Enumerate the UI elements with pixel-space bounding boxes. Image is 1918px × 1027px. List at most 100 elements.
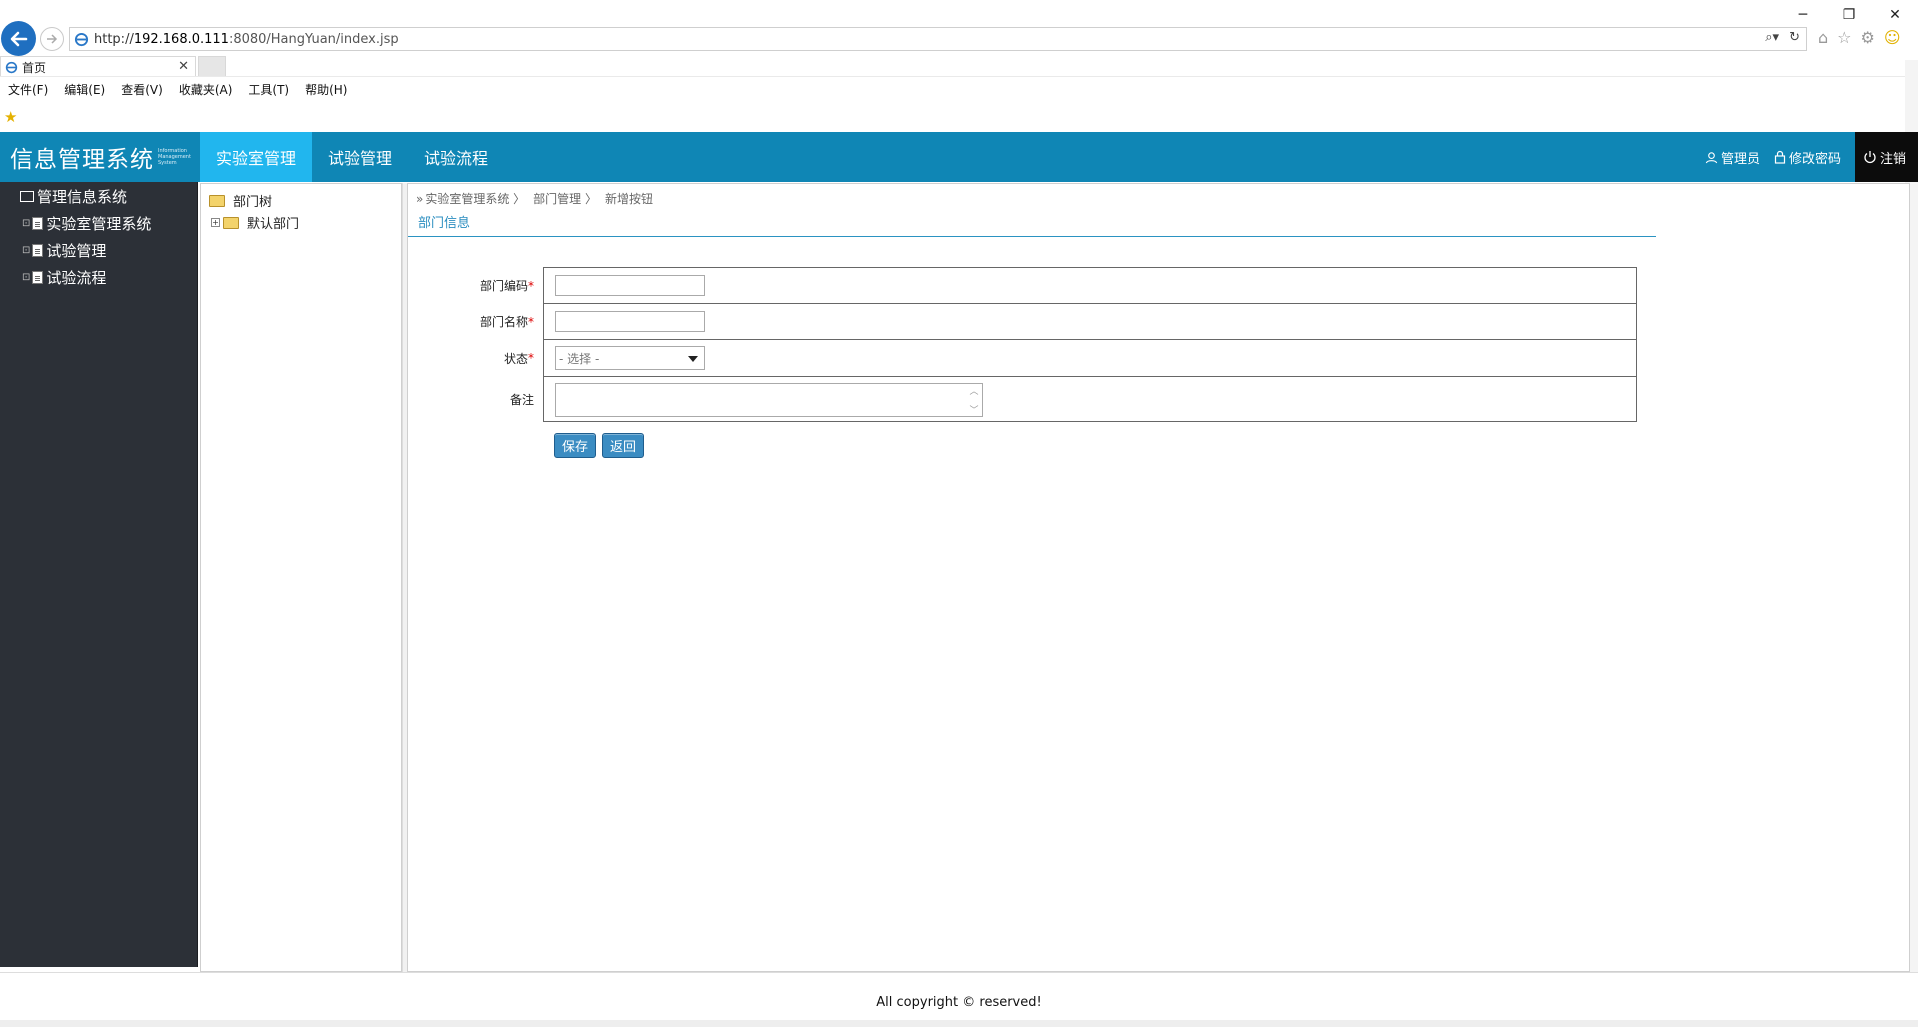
logo-title: 信息管理系统 xyxy=(10,147,154,173)
main-content: » 实验室管理系统 〉 部门管理 〉 新增按钮 部门信息 部门编码 * 部门名称 *… xyxy=(407,183,1910,972)
close-window-button[interactable]: ✕ xyxy=(1872,4,1918,26)
remark-textarea[interactable]: ︿ ﹀ xyxy=(555,383,983,417)
status-select[interactable]: - 选择 - xyxy=(555,346,705,370)
dept-tree-root-label: 部门树 xyxy=(233,195,273,210)
field-label-text: 部门名称 xyxy=(479,315,528,329)
tree-root[interactable]: 管理信息系统 xyxy=(20,186,127,207)
user-label: 管理员 xyxy=(1720,151,1760,167)
form-row-status: 状态 * - 选择 - xyxy=(504,340,1636,377)
browser-tab[interactable]: 首页 ✕ xyxy=(0,56,196,77)
menu-file[interactable]: 文件(F) xyxy=(8,80,48,100)
change-password-label: 修改密码 xyxy=(1788,151,1841,167)
tree-root-label: 管理信息系统 xyxy=(37,188,128,206)
tree-item-lab-system[interactable]: ⊡ 实验室管理系统 xyxy=(22,213,151,234)
logout-button[interactable]: 注销 xyxy=(1854,132,1918,182)
menu-view[interactable]: 查看(V) xyxy=(121,80,163,100)
address-bar[interactable]: http://192.168.0.111:8080/HangYuan/index… xyxy=(69,27,1807,51)
form-actions: 保存 返回 xyxy=(554,433,645,458)
back-arrow-icon xyxy=(10,31,27,46)
copyright-text: All copyright © reserved! xyxy=(876,995,1042,1010)
url-host: 192.168.0.111 xyxy=(133,31,229,47)
form-row-code: 部门编码 * xyxy=(480,268,1636,304)
chevron-down-icon xyxy=(688,356,698,362)
dept-tree-root[interactable]: 部门树 xyxy=(209,191,272,210)
minimize-button[interactable]: ─ xyxy=(1780,4,1826,26)
expand-icon[interactable]: + xyxy=(211,218,220,227)
new-tab-button[interactable] xyxy=(198,56,226,77)
menu-edit[interactable]: 编辑(E) xyxy=(64,80,105,100)
tree-item-label: 实验室管理系统 xyxy=(46,215,152,233)
document-icon xyxy=(32,271,44,284)
app-header: 信息管理系统 Information Management System 实验室… xyxy=(0,132,1918,182)
back-button[interactable]: 返回 xyxy=(602,433,645,458)
tree-item-test-process[interactable]: ⊡ 试验流程 xyxy=(22,267,106,288)
home-icon[interactable]: ⌂ xyxy=(1818,28,1828,47)
window-controls: ─ ❐ ✕ xyxy=(1780,4,1918,26)
folder-icon xyxy=(223,216,239,229)
required-mark: * xyxy=(528,278,534,293)
url-prefix: http:// xyxy=(94,31,134,47)
document-icon xyxy=(32,217,44,230)
menu-favorites[interactable]: 收藏夹(A) xyxy=(179,80,233,100)
dept-code-input[interactable] xyxy=(555,275,705,296)
status-select-value: - 选择 - xyxy=(559,351,600,366)
tree-item-test-management[interactable]: ⊡ 试验管理 xyxy=(22,240,106,261)
breadcrumb-item[interactable]: 实验室管理系统 〉 xyxy=(425,190,525,207)
logo: 信息管理系统 Information Management System xyxy=(10,140,194,174)
status-bar xyxy=(0,1020,1918,1027)
user-link[interactable]: 管理员 xyxy=(1705,148,1760,167)
department-form: 部门编码 * 部门名称 * 状态 * - 选择 - 备注 ︿ ﹀ xyxy=(480,267,1637,422)
menu-bar: 文件(F) 编辑(E) 查看(V) 收藏夹(A) 工具(T) 帮助(H) xyxy=(0,80,1918,100)
menu-tools[interactable]: 工具(T) xyxy=(248,80,289,100)
tab-close-icon[interactable]: ✕ xyxy=(178,59,189,74)
scroll-down-icon[interactable]: ﹀ xyxy=(969,403,978,416)
forward-arrow-icon xyxy=(47,34,58,44)
breadcrumb-chevron-icon: » xyxy=(416,191,424,206)
gear-icon[interactable]: ⚙ xyxy=(1861,28,1875,47)
logo-subtitle: Information Management System xyxy=(158,148,191,166)
top-nav: 实验室管理 试验管理 试验流程 xyxy=(200,132,504,182)
dept-name-input[interactable] xyxy=(555,311,705,332)
logout-label: 注销 xyxy=(1879,151,1906,167)
footer: All copyright © reserved! xyxy=(0,972,1918,1022)
refresh-icon[interactable]: ↻ xyxy=(1789,30,1800,45)
field-label-text: 部门编码 xyxy=(479,279,528,293)
document-icon xyxy=(32,244,44,257)
dept-tree-item-label: 默认部门 xyxy=(247,217,300,232)
field-label: 备注 xyxy=(454,377,534,421)
left-nav-tree: 管理信息系统 ⊡ 实验室管理系统 ⊡ 试验管理 ⊡ 试验流程 xyxy=(0,182,198,967)
field-label: 部门名称 * xyxy=(454,304,534,339)
add-favorite-icon[interactable]: ★ xyxy=(4,108,17,126)
field-label: 状态 * xyxy=(454,340,534,376)
power-icon xyxy=(1864,151,1876,164)
favorites-star-icon[interactable]: ☆ xyxy=(1837,28,1851,47)
field-label-text: 备注 xyxy=(509,392,534,407)
forward-button[interactable] xyxy=(40,27,64,51)
nav-test-process[interactable]: 试验流程 xyxy=(408,132,504,182)
tab-title: 首页 xyxy=(22,60,47,75)
dept-tree-item[interactable]: + 默认部门 xyxy=(211,213,299,232)
department-tree-pane: 部门树 + 默认部门 xyxy=(200,183,402,972)
search-icon[interactable]: ⌕▾ xyxy=(1765,30,1779,45)
nav-test-management[interactable]: 试验管理 xyxy=(312,132,408,182)
required-mark: * xyxy=(528,351,534,365)
section-title: 部门信息 xyxy=(408,211,1656,237)
textarea-scrollbar[interactable]: ︿ ﹀ xyxy=(966,384,982,416)
save-button[interactable]: 保存 xyxy=(554,433,597,458)
back-button[interactable] xyxy=(1,21,36,56)
tree-item-label: 试验流程 xyxy=(46,269,107,287)
user-icon xyxy=(1705,151,1718,163)
tree-item-label: 试验管理 xyxy=(46,242,107,260)
smiley-icon[interactable]: ☺ xyxy=(1884,28,1901,47)
folder-icon xyxy=(20,191,34,202)
breadcrumb: » 实验室管理系统 〉 部门管理 〉 新增按钮 xyxy=(416,190,661,207)
restore-button[interactable]: ❐ xyxy=(1826,4,1872,26)
nav-lab-management[interactable]: 实验室管理 xyxy=(200,132,313,182)
form-row-remark: 备注 ︿ ﹀ xyxy=(510,377,1636,421)
scroll-up-icon[interactable]: ︿ xyxy=(969,384,978,397)
required-mark: * xyxy=(528,314,534,329)
breadcrumb-item[interactable]: 部门管理 〉 xyxy=(533,190,597,207)
menu-help[interactable]: 帮助(H) xyxy=(305,80,347,100)
change-password-link[interactable]: 修改密码 xyxy=(1774,148,1841,167)
tree-connector-icon: ⊡ xyxy=(22,245,31,256)
